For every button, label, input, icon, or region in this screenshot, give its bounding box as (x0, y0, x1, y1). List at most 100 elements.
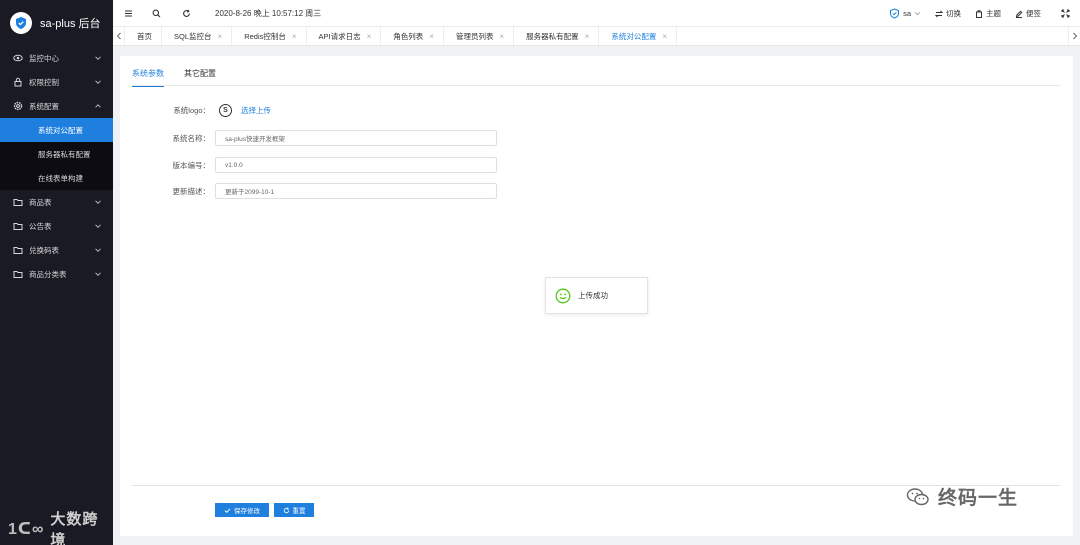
search-icon[interactable] (149, 6, 163, 20)
tab-redis-console[interactable]: Redis控制台 × (232, 27, 307, 45)
close-icon[interactable]: × (218, 32, 223, 41)
sidebar-item-form-builder[interactable]: 在线表单构建 (0, 166, 113, 190)
sidebar-item-label: 在线表单构建 (38, 173, 83, 183)
tab-label: 管理员列表 (455, 31, 494, 41)
version-input[interactable] (215, 157, 497, 173)
chevron-down-icon (95, 200, 101, 205)
fullscreen-icon (1061, 9, 1070, 18)
sidebar-item-product-categories[interactable]: 商品分类表 (0, 262, 113, 286)
save-button-label: 保存修改 (234, 508, 260, 515)
tab-home[interactable]: 首页 (125, 27, 162, 45)
wechat-icon (906, 487, 929, 505)
brand[interactable]: sa-plus 后台 (0, 0, 113, 46)
sidebar-item-products[interactable]: 商品表 (0, 190, 113, 214)
smile-icon (555, 288, 571, 303)
tab-label: 系统对公配置 (611, 31, 657, 41)
switch-icon (935, 10, 943, 17)
top-header: 2020-8-26 晚上 10:57:12 周三 sa 切换 主题 便签 (113, 0, 1080, 27)
main-content: 系统参数 其它配置 系统logo： S 选择上传 系统名称： 版本编号： 更新描… (120, 56, 1073, 536)
watermark-left: 1ᑕ∞ 大数跨境 (8, 508, 113, 545)
save-button[interactable]: 保存修改 (215, 503, 269, 517)
name-label: 系统名称： (172, 133, 211, 143)
sidebar-menu: 监控中心 权限控制 系统配置 系统对公配置 服务器私有配置 在线表单构建 商品表… (0, 46, 113, 286)
form-row-version: 版本编号： (120, 157, 620, 173)
tab-public-config[interactable]: 系统对公配置 × (599, 27, 677, 45)
reset-button-label: 重置 (292, 508, 306, 515)
system-name-input[interactable] (215, 130, 497, 146)
sidebar-item-label: 服务器私有配置 (38, 149, 91, 159)
tab-label: 首页 (137, 31, 152, 41)
close-icon[interactable]: × (499, 32, 504, 41)
app-root: sa-plus 后台 监控中心 权限控制 系统配置 系统对公配置 服务器私有配置… (0, 0, 1080, 545)
refresh-icon (283, 506, 289, 513)
sidebar-item-public-config[interactable]: 系统对公配置 (0, 118, 113, 142)
tab-label: API请求日志 (318, 31, 361, 41)
watermark-left-text: 大数跨境 (50, 511, 99, 545)
folder-icon (13, 269, 23, 279)
tab-label: 服务器私有配置 (526, 31, 579, 41)
close-icon[interactable]: × (585, 32, 590, 41)
success-toast: 上传成功 (545, 277, 648, 314)
sidebar-item-label: 系统对公配置 (38, 125, 83, 135)
subtab-divider (132, 85, 1060, 86)
tab-sql-monitor[interactable]: SQL监控台 × (162, 27, 233, 45)
sidebar-item-notices[interactable]: 公告表 (0, 214, 113, 238)
chevron-down-icon (95, 224, 101, 229)
fullscreen-button[interactable] (1061, 9, 1070, 18)
brand-title: sa-plus 后台 (40, 18, 101, 30)
sidebar-item-permission[interactable]: 权限控制 (0, 70, 113, 94)
tab-private-config[interactable]: 服务器私有配置 × (514, 27, 600, 45)
tab-scroll-right[interactable] (1068, 27, 1080, 45)
watermark-right-text: 终码一生 (938, 488, 1019, 509)
sidebar-item-system-config[interactable]: 系统配置 (0, 94, 113, 118)
tab-scroll-left[interactable] (113, 27, 125, 45)
reset-button[interactable]: 重置 (274, 503, 314, 517)
chevron-right-icon (1072, 32, 1077, 40)
version-label: 版本编号： (172, 160, 211, 170)
menu-toggle-icon[interactable] (121, 6, 135, 20)
folder-icon (13, 197, 23, 207)
logo-preview: S (219, 103, 232, 117)
switch-label: 切换 (946, 9, 961, 18)
upload-link[interactable]: 选择上传 (241, 105, 271, 116)
sidebar: sa-plus 后台 监控中心 权限控制 系统配置 系统对公配置 服务器私有配置… (0, 0, 113, 545)
tab-admin-list[interactable]: 管理员列表 × (444, 27, 515, 45)
notes-button[interactable]: 便签 (1015, 8, 1041, 19)
user-menu[interactable]: sa (889, 8, 921, 19)
refresh-icon[interactable] (179, 6, 193, 20)
eye-icon (13, 53, 23, 63)
sidebar-item-private-config[interactable]: 服务器私有配置 (0, 142, 113, 166)
form-row-logo: 系统logo： S 选择上传 (120, 102, 620, 118)
tab-bar: 首页 SQL监控台 × Redis控制台 × API请求日志 × 角色列表 × 管理员列… (113, 27, 1080, 46)
watermark-right: 终码一生 (906, 483, 1018, 510)
sidebar-item-monitor[interactable]: 监控中心 (0, 46, 113, 70)
close-icon[interactable]: × (429, 32, 434, 41)
shield-user-icon (890, 8, 900, 19)
notes-label: 便签 (1026, 9, 1041, 18)
shield-logo-icon (10, 12, 32, 34)
lock-icon (13, 77, 23, 87)
close-icon[interactable]: × (662, 32, 667, 41)
chevron-down-icon (95, 80, 101, 85)
user-name: sa (903, 9, 911, 18)
gear-icon (13, 101, 23, 111)
sidebar-submenu-system-config: 系统对公配置 服务器私有配置 在线表单构建 (0, 118, 113, 190)
chevron-left-icon (116, 32, 121, 40)
tab-label: 角色列表 (393, 31, 424, 41)
theme-label: 主题 (986, 9, 1001, 18)
chevron-down-icon (95, 272, 101, 277)
chevron-up-icon (95, 104, 101, 108)
folder-icon (13, 245, 23, 255)
desc-label: 更新描述： (172, 186, 211, 196)
sidebar-item-redeem-codes[interactable]: 兑换码表 (0, 238, 113, 262)
tab-role-list[interactable]: 角色列表 × (381, 27, 444, 45)
theme-button[interactable]: 主题 (975, 8, 1001, 19)
close-icon[interactable]: × (292, 32, 297, 41)
edit-icon (1015, 10, 1023, 18)
logo-label: 系统logo： (173, 105, 210, 115)
folder-icon (13, 221, 23, 231)
close-icon[interactable]: × (367, 32, 372, 41)
description-input[interactable] (215, 183, 497, 199)
tab-api-log[interactable]: API请求日志 × (307, 27, 382, 45)
switch-button[interactable]: 切换 (935, 8, 961, 19)
